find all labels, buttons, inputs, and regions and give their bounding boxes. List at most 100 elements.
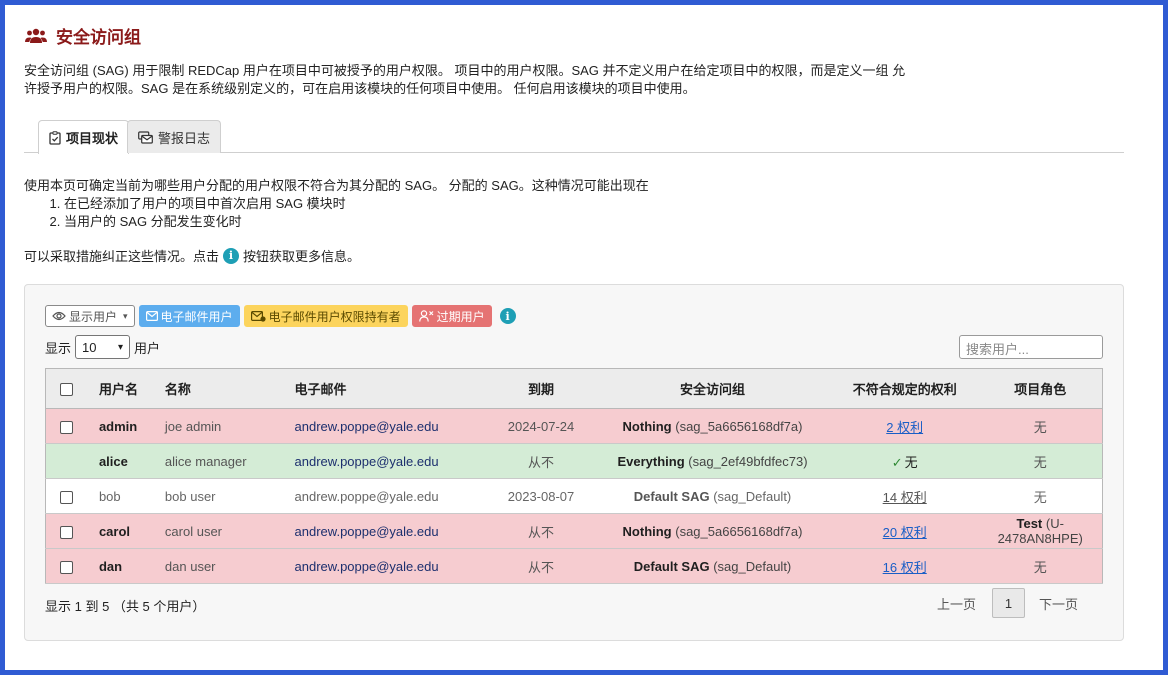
expire-users-button[interactable]: 过期用户 (411, 305, 492, 327)
page-title: 安全访问组 (25, 23, 141, 48)
users-panel: 显示用户 ▾ 电子邮件用户 电子邮件用户权限持有者 过期用户 i 显示 10 ▾… (24, 284, 1124, 641)
email-rights-holders-button[interactable]: 电子邮件用户权限持有者 (243, 305, 408, 327)
role-id: 无 (1033, 419, 1047, 435)
username-cell: bob (87, 478, 164, 514)
rights-cell: 16 权利 (830, 548, 979, 584)
role-id: 无 (1033, 559, 1047, 575)
table-row: dan dan user andrew.poppe@yale.edu 从不 De… (44, 548, 1104, 584)
rights-cell: ✓ 无 (830, 443, 979, 479)
column-header-project-role[interactable]: 项目角色 (978, 368, 1104, 409)
email-users-button[interactable]: 电子邮件用户 (138, 305, 240, 327)
column-header-sag[interactable]: 安全访问组 (594, 368, 831, 409)
row-select-cell (44, 408, 88, 444)
sag-cell: Default SAG (sag_Default) (594, 548, 831, 584)
rights-link[interactable]: 20 权利 (883, 525, 927, 540)
email-cell: andrew.poppe@yale.edu (293, 548, 488, 584)
length-prefix: 显示 (45, 340, 72, 356)
name-cell: bob user (163, 478, 294, 514)
page-1-button[interactable]: 1 (992, 588, 1026, 618)
description-list: 在已经添加了用户的项目中首次启用 SAG 模块时 当用户的 SAG 分配发生变化… (24, 195, 649, 231)
email-cell: andrew.poppe@yale.edu (293, 478, 488, 514)
pagination: 上一页 1 下一页 (937, 588, 1078, 618)
role-cell: 无 (978, 478, 1104, 514)
role-cell: 无 (978, 443, 1104, 479)
column-header-username[interactable]: 用户名 (87, 368, 164, 409)
row-checkbox[interactable] (60, 490, 74, 504)
row-checkbox[interactable] (60, 560, 74, 574)
column-header-expiration[interactable]: 到期 (487, 368, 595, 409)
eye-icon (52, 311, 66, 321)
page-title-text: 安全访问组 (56, 28, 141, 47)
column-header-name[interactable]: 名称 (163, 368, 294, 409)
sag-name: Everything (617, 453, 685, 469)
intro-line-1: 安全访问组 (SAG) 用于限制 REDCap 用户在项目中可被授予的用户权限。… (24, 63, 906, 78)
rights-link[interactable]: 16 权利 (883, 560, 927, 575)
username-cell: admin (87, 408, 164, 444)
column-header-email[interactable]: 电子邮件 (293, 368, 488, 409)
note-text-before: 可以采取措施纠正这些情况。点击 (24, 249, 220, 264)
show-users-dropdown[interactable]: 显示用户 ▾ (45, 305, 135, 327)
rights-compliant-text: 无 (904, 454, 918, 470)
tab-project-status-label: 项目现状 (66, 131, 119, 146)
username-cell: carol (87, 513, 164, 549)
users-icon (25, 28, 47, 43)
status-description: 使用本页可确定当前为哪些用户分配的用户权限不符合为其分配的 SAG。 分配的 S… (24, 177, 649, 231)
page-length-select[interactable]: 10 ▾ (75, 335, 131, 359)
rights-link[interactable]: 14 权利 (883, 490, 927, 505)
name-cell: dan user (163, 548, 294, 584)
select-all-header (44, 368, 88, 409)
intro-line-2: 许授予用户的权限。SAG 是在系统级别定义的，可在启用该模块的任何项目中使用。 … (24, 81, 696, 96)
sag-id: (sag_Default) (713, 558, 792, 574)
envelope-gear-icon (250, 310, 266, 322)
clipboard-check-icon (49, 130, 61, 145)
table-row: bob bob user andrew.poppe@yale.edu 2023-… (44, 478, 1104, 514)
row-select-cell (44, 478, 88, 514)
table-info: 显示 1 到 5 （共 5 个用户） (45, 599, 206, 614)
envelope-icon (145, 311, 158, 321)
name-cell: joe admin (163, 408, 294, 444)
table-header-row: 用户名 名称 电子邮件 到期 安全访问组 不符合规定的权利 项目角色 (44, 368, 1104, 409)
rights-cell: 14 权利 (830, 478, 979, 514)
username-cell: alice (87, 443, 164, 479)
role-id: 无 (1033, 454, 1047, 470)
sag-id: (sag_5a6656168df7a) (675, 418, 803, 434)
sag-name: Nothing (622, 523, 672, 539)
role-cell: Test (U-2478AN8HPE) (978, 513, 1104, 549)
expiration-cell: 从不 (487, 513, 595, 549)
row-select-cell (44, 548, 88, 584)
tab-project-status[interactable]: 项目现状 (38, 120, 130, 154)
info-note: 可以采取措施纠正这些情况。点击 i 按钮获取更多信息。 (24, 246, 360, 265)
table-row: admin joe admin andrew.poppe@yale.edu 20… (44, 408, 1104, 444)
table-row: alice alice manager andrew.poppe@yale.ed… (44, 443, 1104, 479)
expiration-cell: 从不 (487, 548, 595, 584)
sag-id: (sag_5a6656168df7a) (675, 523, 803, 539)
row-select-cell (44, 513, 88, 549)
info-button-icon[interactable]: i (499, 308, 516, 324)
sag-id: (sag_2ef49bfdfec73) (688, 453, 808, 469)
rights-link[interactable]: 2 权利 (886, 420, 923, 435)
expiration-cell: 从不 (487, 443, 595, 479)
table-row: carol carol user andrew.poppe@yale.edu 从… (44, 513, 1104, 549)
name-cell: alice manager (163, 443, 294, 479)
rights-cell: 2 权利 (830, 408, 979, 444)
app-frame: 安全访问组 安全访问组 (SAG) 用于限制 REDCap 用户在项目中可被授予… (0, 0, 1168, 675)
sag-name: Nothing (622, 418, 672, 434)
sag-name: Default SAG (633, 488, 710, 504)
description-item: 在已经添加了用户的项目中首次启用 SAG 模块时 (64, 195, 649, 213)
tab-alert-log[interactable]: 警报日志 (127, 120, 222, 153)
description-item: 当用户的 SAG 分配发生变化时 (64, 213, 649, 231)
previous-page-button[interactable]: 上一页 (937, 594, 976, 613)
expire-users-label: 过期用户 (436, 309, 485, 324)
intro-text: 安全访问组 (SAG) 用于限制 REDCap 用户在项目中可被授予的用户权限。… (24, 62, 984, 98)
expiration-cell: 2023-08-07 (487, 478, 595, 514)
next-page-button[interactable]: 下一页 (1039, 594, 1078, 613)
role-id: 无 (1033, 489, 1047, 505)
email-users-label: 电子邮件用户 (160, 309, 233, 324)
select-all-checkbox[interactable] (60, 383, 74, 397)
search-input[interactable]: 搜索用户... (959, 335, 1103, 359)
tab-alert-log-label: 警报日志 (158, 130, 211, 146)
row-checkbox[interactable] (60, 420, 74, 434)
row-checkbox[interactable] (60, 525, 74, 539)
role-cell: 无 (978, 408, 1104, 444)
column-header-noncompliant-rights[interactable]: 不符合规定的权利 (830, 368, 979, 409)
